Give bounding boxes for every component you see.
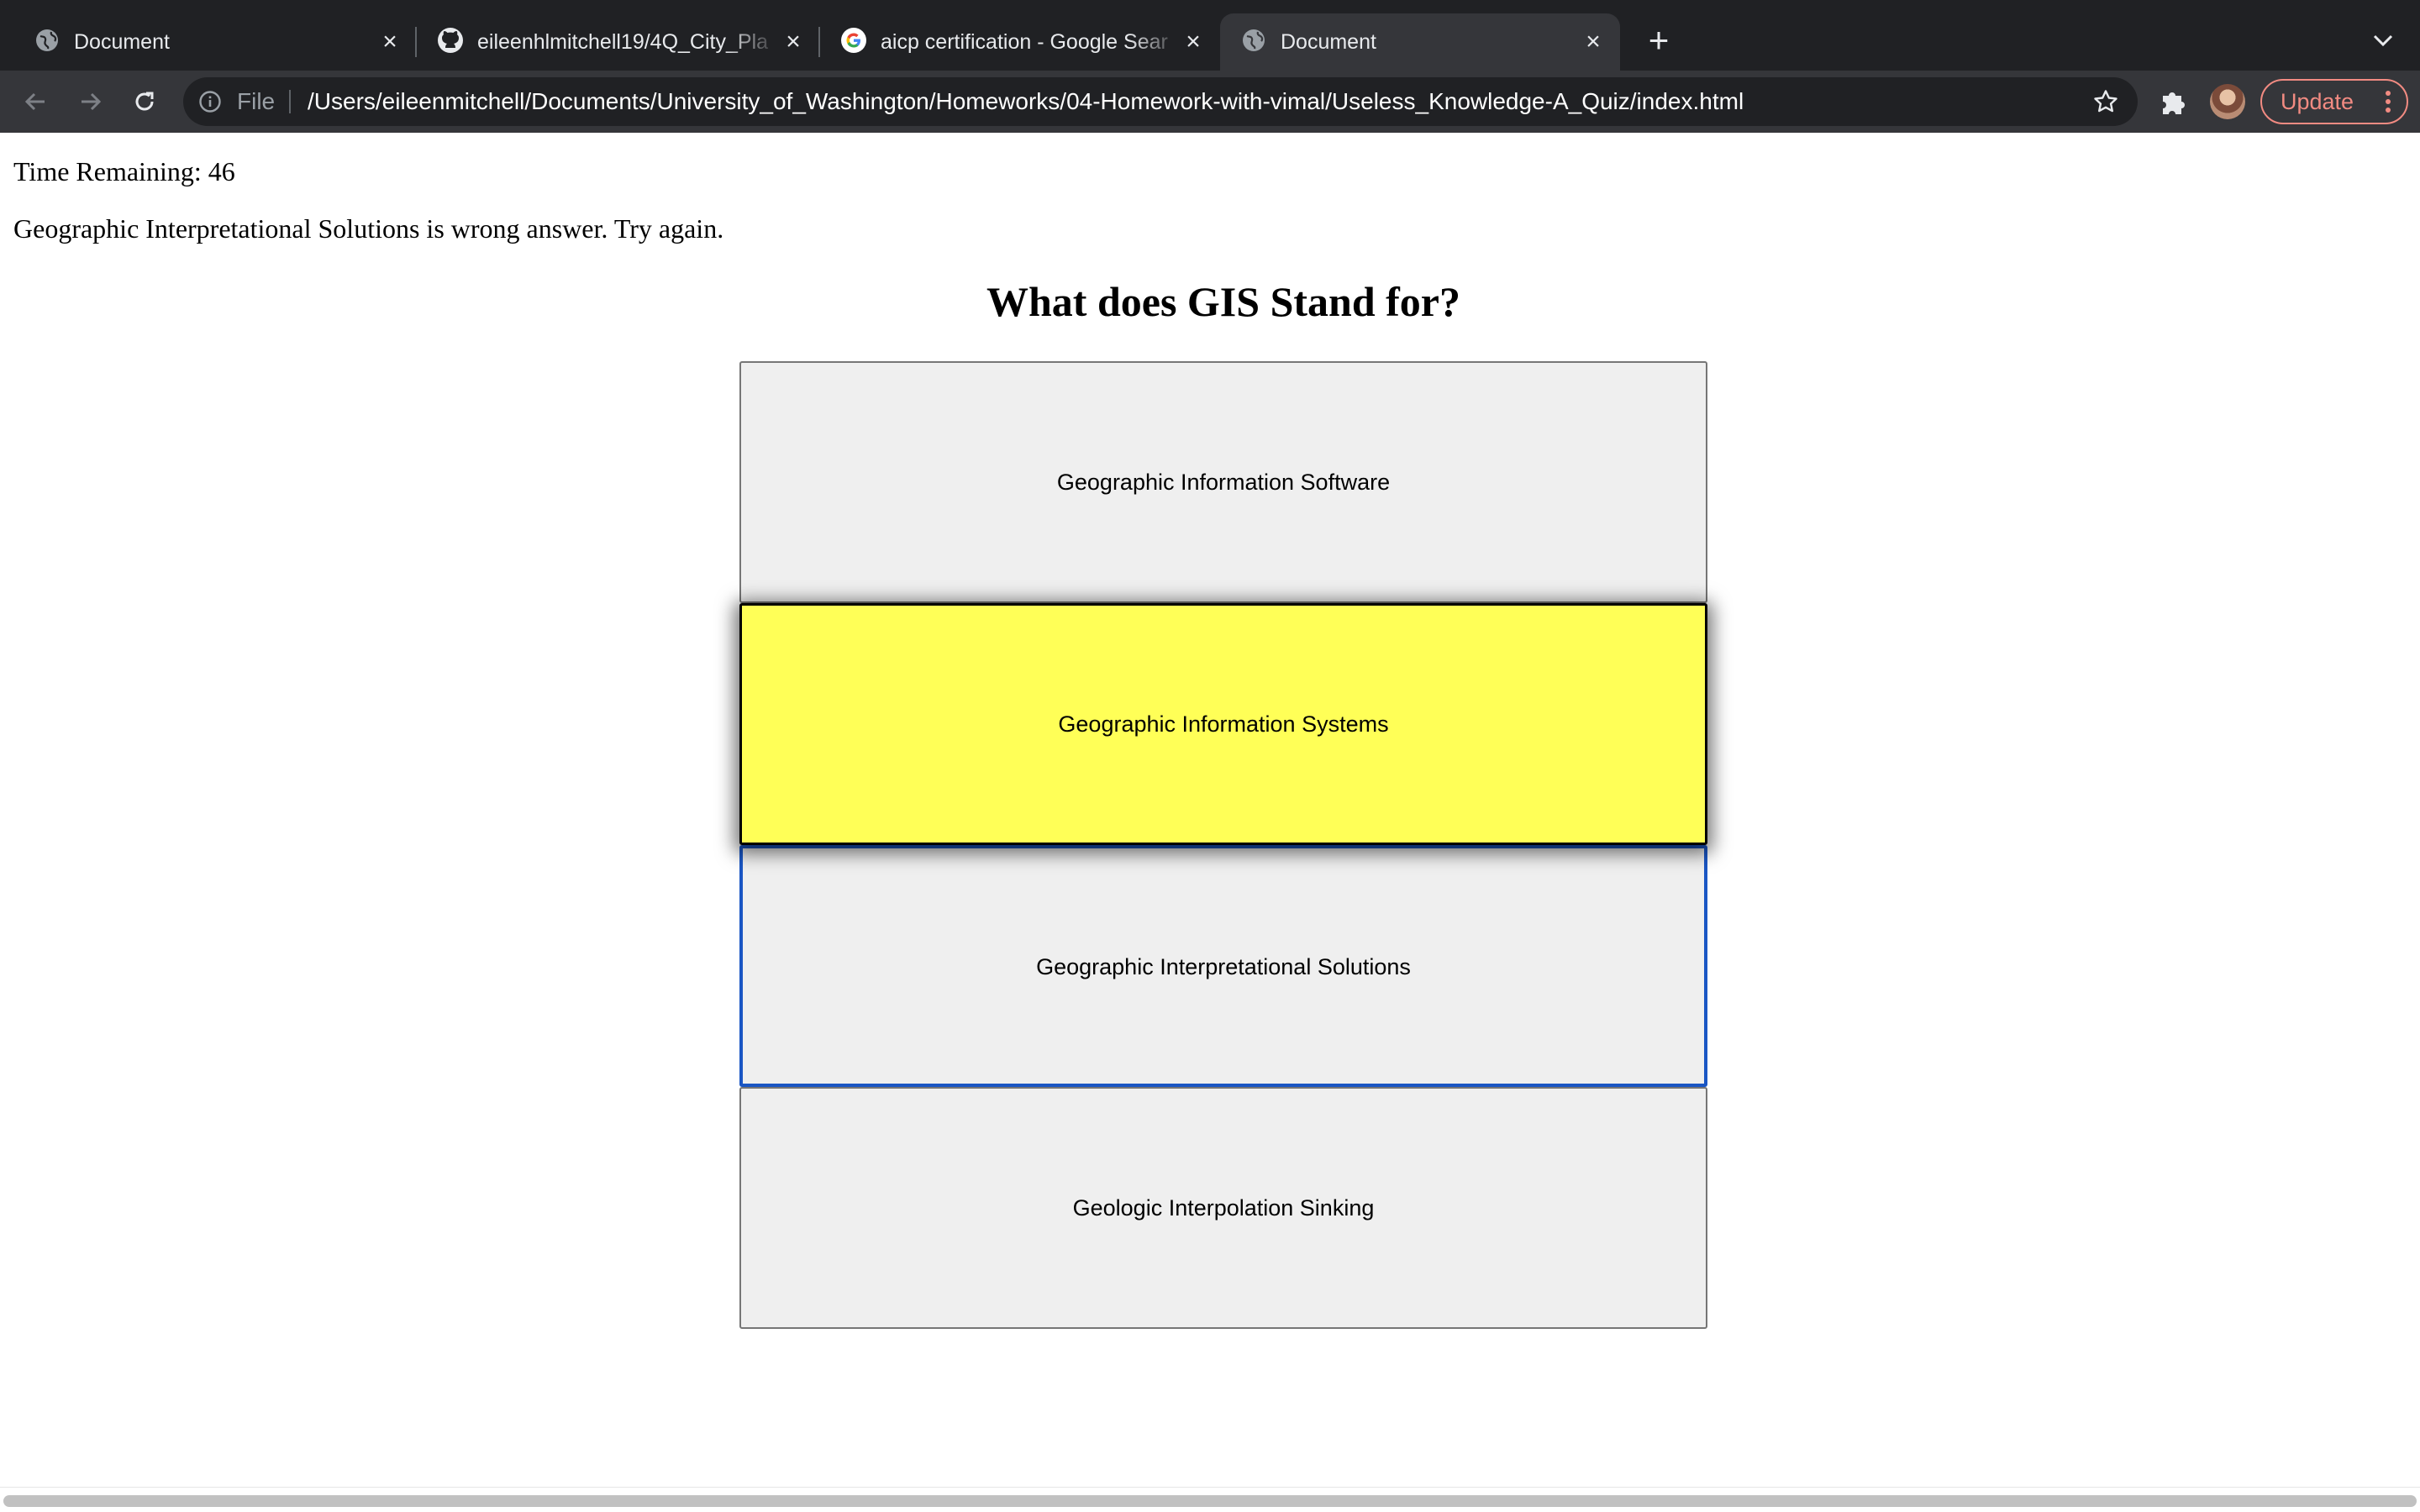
answer-button-1[interactable]: Geographic Information Software <box>739 361 1707 603</box>
extensions-button[interactable] <box>2156 86 2190 119</box>
answer-feedback: Geographic Interpretational Solutions is… <box>13 213 724 244</box>
globe-icon <box>34 27 60 54</box>
address-bar[interactable]: File /Users/eileenmitchell/Documents/Uni… <box>183 77 2138 126</box>
avatar[interactable] <box>2210 84 2245 119</box>
tab-close-icon[interactable]: × <box>1581 29 1605 55</box>
answer-list: Geographic Information Software Geograph… <box>739 361 1707 1329</box>
tab-strip: Document × eileenhlmitchell19/4Q_City_Pl… <box>0 0 2420 71</box>
back-button[interactable] <box>17 83 54 120</box>
info-icon[interactable] <box>198 90 222 113</box>
tab-close-icon[interactable]: × <box>378 29 402 55</box>
page-content: Time Remaining: 46 Geographic Interpreta… <box>0 133 2420 1487</box>
more-vert-icon <box>2386 91 2391 113</box>
url-scheme-label: File <box>237 88 276 114</box>
answer-button-3[interactable]: Geographic Interpretational Solutions <box>739 845 1707 1087</box>
google-icon <box>840 27 867 54</box>
new-tab-button[interactable]: + <box>1642 23 1676 58</box>
tab-search-button[interactable] <box>2368 25 2398 55</box>
tab-google-search[interactable]: aicp certification - Google Sear × <box>820 13 1220 71</box>
tab-github-repo[interactable]: eileenhlmitchell19/4Q_City_Pla × <box>417 13 818 71</box>
arrow-left-icon <box>24 92 45 111</box>
question-heading: What does GIS Stand for? <box>986 278 1460 325</box>
browser-toolbar: File /Users/eileenmitchell/Documents/Uni… <box>0 71 2420 133</box>
update-button-label: Update <box>2281 89 2354 114</box>
tab-close-icon[interactable]: × <box>1181 29 1205 55</box>
update-button[interactable]: Update <box>2260 79 2408 124</box>
tab-title: Document <box>1281 30 1376 54</box>
reload-icon <box>135 92 154 111</box>
reload-button[interactable] <box>126 83 163 120</box>
horizontal-scrollbar[interactable] <box>0 1487 2420 1512</box>
forward-button[interactable] <box>72 83 109 120</box>
github-icon <box>437 27 464 54</box>
tab-title: eileenhlmitchell19/4Q_City_Pla <box>477 30 769 54</box>
time-remaining-label: Time Remaining: 46 <box>13 156 235 186</box>
chevron-down-icon <box>2373 34 2393 47</box>
url-text[interactable]: /Users/eileenmitchell/Documents/Universi… <box>308 77 1744 126</box>
tab-document-active[interactable]: Document × <box>1220 13 1620 71</box>
puzzle-icon <box>2163 92 2185 114</box>
divider <box>289 90 291 113</box>
tab-close-icon[interactable]: × <box>781 29 805 55</box>
tab-title: Document <box>74 30 170 54</box>
answer-button-4[interactable]: Geologic Interpolation Sinking <box>739 1087 1707 1329</box>
tab-title: aicp certification - Google Sear <box>881 30 1168 54</box>
tab-document-1[interactable]: Document × <box>13 13 415 71</box>
answer-button-2[interactable]: Geographic Information Systems <box>739 603 1707 845</box>
star-icon[interactable] <box>2092 88 2119 115</box>
globe-icon <box>1240 27 1267 54</box>
arrow-right-icon <box>82 92 102 111</box>
scrollbar-thumb[interactable] <box>3 1495 2417 1507</box>
